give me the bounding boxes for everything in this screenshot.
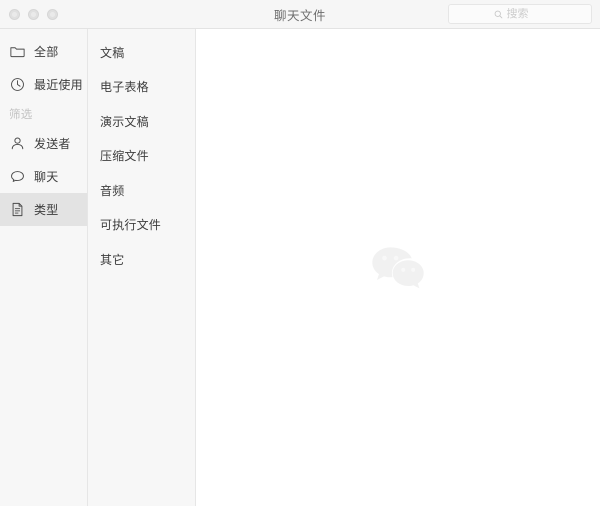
search-box[interactable] <box>448 4 592 24</box>
sidebar-item-label: 全部 <box>34 45 59 59</box>
main-body: 全部 最近使用 筛选 发送者 聊天 类型 文稿 电子表格 演示文稿 压缩文件 音… <box>0 29 600 506</box>
sidebar-item-label: 最近使用 <box>34 78 83 92</box>
wechat-logo-watermark <box>372 246 424 288</box>
sidebar: 全部 最近使用 筛选 发送者 聊天 类型 <box>0 29 88 506</box>
wechat-files-window: 聊天文件 全部 <box>0 0 600 506</box>
list-item[interactable]: 音频 <box>88 173 195 208</box>
search-box-inner <box>494 8 547 20</box>
list-item[interactable]: 文稿 <box>88 35 195 70</box>
content-pane <box>196 29 600 506</box>
sidebar-item-label: 类型 <box>34 203 59 217</box>
sidebar-item-type[interactable]: 类型 <box>0 193 87 226</box>
search-input[interactable] <box>506 8 547 20</box>
list-item[interactable]: 压缩文件 <box>88 139 195 174</box>
list-item[interactable]: 其它 <box>88 242 195 277</box>
chat-bubble-icon <box>11 171 24 182</box>
document-icon <box>12 202 23 217</box>
list-item[interactable]: 可执行文件 <box>88 208 195 243</box>
sidebar-item-label: 聊天 <box>34 170 59 184</box>
minimize-button[interactable] <box>28 8 39 20</box>
traffic-light-buttons <box>0 8 58 20</box>
sidebar-item-sender[interactable]: 发送者 <box>0 127 87 160</box>
list-item[interactable]: 电子表格 <box>88 70 195 105</box>
sidebar-item-chat[interactable]: 聊天 <box>0 160 87 193</box>
close-button[interactable] <box>9 8 20 20</box>
sidebar-section-filter: 筛选 <box>9 109 33 121</box>
sidebar-item-label: 发送者 <box>34 137 71 151</box>
titlebar: 聊天文件 <box>0 0 600 29</box>
search-icon <box>494 10 502 18</box>
zoom-button[interactable] <box>47 8 58 20</box>
list-item[interactable]: 演示文稿 <box>88 104 195 139</box>
sidebar-item-all[interactable]: 全部 <box>0 35 87 68</box>
sidebar-item-recent[interactable]: 最近使用 <box>0 68 87 101</box>
folder-icon <box>10 47 25 58</box>
person-icon <box>11 137 24 150</box>
clock-icon <box>11 78 24 91</box>
type-list: 文稿 电子表格 演示文稿 压缩文件 音频 可执行文件 其它 <box>88 29 196 506</box>
